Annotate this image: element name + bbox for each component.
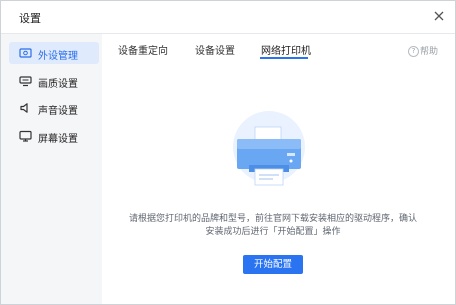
peripheral-icon xyxy=(19,48,32,58)
sidebar-item-label: 外设管理 xyxy=(38,51,78,62)
sidebar-item-label: 声音设置 xyxy=(38,106,78,117)
speaker-icon xyxy=(20,103,28,113)
tab-network-printer[interactable]: 网络打印机 xyxy=(261,42,311,57)
tab-device-redirect[interactable]: 设备重定向 xyxy=(118,42,168,57)
sidebar-item-peripheral[interactable]: 外设管理 xyxy=(9,42,99,64)
sidebar-item-label: 屏幕设置 xyxy=(38,134,78,145)
sidebar-item-sound[interactable]: 声音设置 xyxy=(9,97,99,119)
settings-dialog: 设置 外设管理 画质设置 声音设置 屏幕设置 设备重定向 设备设置 网络打印机 … xyxy=(0,0,456,305)
close-icon[interactable] xyxy=(431,8,447,24)
printer-illustration xyxy=(233,111,305,186)
dialog-title: 设置 xyxy=(19,12,41,25)
active-tab-indicator xyxy=(260,57,308,59)
sidebar-item-label: 画质设置 xyxy=(38,79,78,90)
help-label: 帮助 xyxy=(420,47,439,57)
instruction-line-2: 安装成功后进行「开始配置」操作 xyxy=(205,227,341,237)
monitor-icon xyxy=(19,130,32,142)
instruction-line-1: 请根据您打印机的品牌和型号，前往官网下载安装相应的驱动程序，确认 xyxy=(128,214,417,224)
start-config-button[interactable]: 开始配置 xyxy=(243,255,303,274)
help-button[interactable]: ? 帮助 xyxy=(408,44,438,57)
sidebar-item-screen[interactable]: 屏幕设置 xyxy=(9,125,99,147)
question-circle-icon: ? xyxy=(408,46,419,57)
title-bar: 设置 xyxy=(1,1,455,34)
sidebar-item-quality[interactable]: 画质设置 xyxy=(9,70,99,92)
sidebar: 外设管理 画质设置 声音设置 屏幕设置 xyxy=(1,34,102,304)
printer-instruction-text: 请根据您打印机的品牌和型号，前往官网下载安装相应的驱动程序，确认 安装成功后进行… xyxy=(121,213,425,239)
tab-device-settings[interactable]: 设备设置 xyxy=(195,42,235,57)
display-quality-icon xyxy=(19,76,32,87)
